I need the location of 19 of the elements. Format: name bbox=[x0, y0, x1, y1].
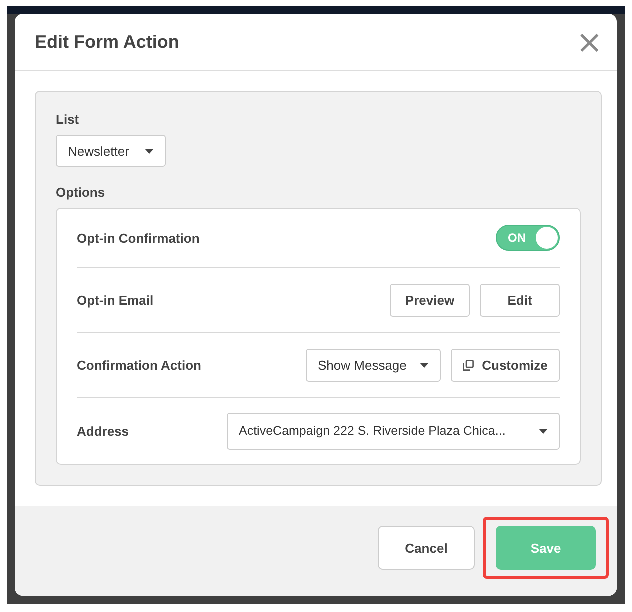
caret-icon bbox=[420, 362, 429, 368]
edit-button[interactable]: Edit bbox=[480, 284, 560, 316]
customize-button[interactable]: Customize bbox=[451, 348, 560, 382]
action-dropdown[interactable]: Show Message bbox=[306, 348, 441, 382]
list-dropdown[interactable]: Newsletter bbox=[56, 135, 166, 167]
options-label: Options bbox=[56, 185, 106, 200]
caret-icon bbox=[145, 148, 154, 154]
option-label: Address bbox=[77, 424, 130, 438]
preview-button[interactable]: Preview bbox=[390, 284, 470, 316]
list-label: List bbox=[56, 112, 80, 127]
cancel-button[interactable]: Cancel bbox=[378, 526, 475, 570]
dialog-title: Edit Form Action bbox=[35, 32, 180, 52]
caret-icon bbox=[539, 428, 548, 434]
option-label: Opt-in Confirmation bbox=[77, 230, 200, 246]
copy-icon bbox=[463, 360, 474, 370]
option-label: Opt-in Email bbox=[77, 292, 154, 308]
address-dropdown[interactable]: ActiveCampaign 222 S. Riverside Plaza Chica... bbox=[227, 412, 560, 450]
close-button[interactable]: × bbox=[572, 27, 607, 57]
option-label: Confirmation Action bbox=[77, 358, 202, 372]
